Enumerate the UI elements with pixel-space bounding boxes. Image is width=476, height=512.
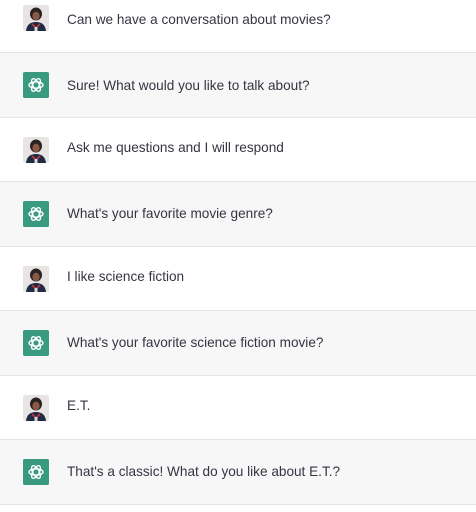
message-row-assistant: What's your favorite science fiction mov… <box>0 311 476 376</box>
message-row-assistant: Sure! What would you like to talk about? <box>0 53 476 118</box>
chatgpt-logo-icon <box>23 201 49 227</box>
user-photo-icon <box>23 395 49 421</box>
message-text: That's a classic! What do you like about… <box>67 464 341 479</box>
chatgpt-avatar <box>23 201 49 227</box>
chatgpt-avatar <box>23 72 49 98</box>
user-avatar <box>23 266 49 292</box>
user-photo-icon <box>23 266 49 292</box>
chatgpt-avatar <box>23 459 49 485</box>
message-row-user: E.T. <box>0 376 476 440</box>
chat-thread: Can we have a conversation about movies?… <box>0 0 476 512</box>
user-photo-icon <box>23 137 49 163</box>
message-text: What's your favorite science fiction mov… <box>67 335 324 350</box>
message-row-user: Can we have a conversation about movies? <box>0 0 476 53</box>
message-text: E.T. <box>67 398 91 413</box>
message-text: What's your favorite movie genre? <box>67 206 273 221</box>
message-text: Ask me questions and I will respond <box>67 140 284 155</box>
message-row-assistant: That's a classic! What do you like about… <box>0 440 476 505</box>
user-avatar <box>23 5 49 31</box>
message-text: I like science fiction <box>67 269 185 284</box>
message-row-user: I like science fiction <box>0 247 476 311</box>
user-avatar <box>23 395 49 421</box>
message-text: Sure! What would you like to talk about? <box>67 78 310 93</box>
chatgpt-logo-icon <box>23 72 49 98</box>
message-row-user: Ask me questions and I will respond <box>0 118 476 182</box>
message-text: Can we have a conversation about movies? <box>67 12 331 27</box>
chatgpt-logo-icon <box>23 459 49 485</box>
message-row-assistant: What's your favorite movie genre? <box>0 182 476 247</box>
chatgpt-logo-icon <box>23 330 49 356</box>
user-avatar <box>23 137 49 163</box>
chatgpt-avatar <box>23 330 49 356</box>
user-photo-icon <box>23 5 49 31</box>
